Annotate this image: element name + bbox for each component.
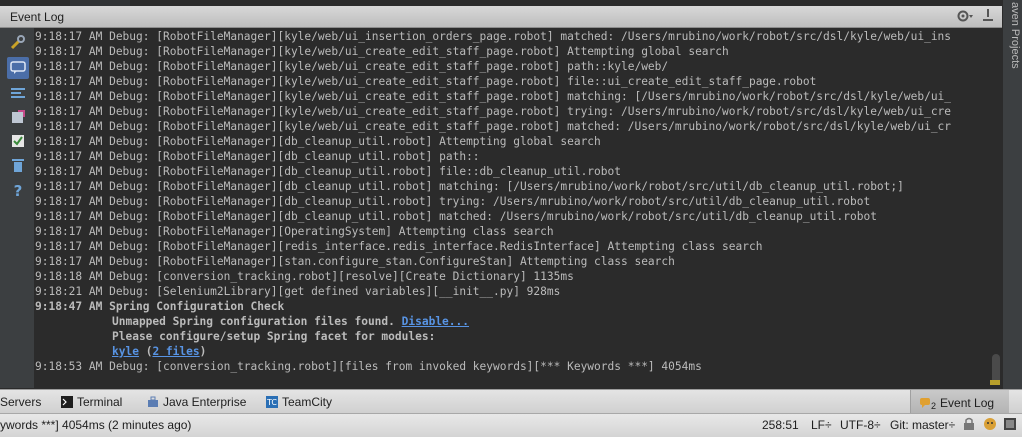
scroll-lock-icon[interactable] xyxy=(9,84,27,102)
log-line: 9:18:17 AM Debug: [RobotFileManager][kyl… xyxy=(35,30,952,43)
log-line: 9:18:53 AM Debug: [conversion_tracking.r… xyxy=(35,360,702,373)
log-line: 9:18:17 AM Debug: [RobotFileManager][db_… xyxy=(35,180,904,193)
spring-unmapped-text: Unmapped Spring configuration files foun… xyxy=(112,315,395,328)
java-enterprise-icon xyxy=(148,396,158,407)
log-line: 9:18:17 AM Debug: [RobotFileManager][red… xyxy=(35,240,763,253)
log-line: 9:18:17 AM Debug: [RobotFileManager][db_… xyxy=(35,210,877,223)
module-kyle-link[interactable]: kyle xyxy=(112,345,139,358)
tool-window-servers[interactable]: Servers xyxy=(0,395,41,409)
log-line: 9:18:18 AM Debug: [conversion_tracking.r… xyxy=(35,270,574,283)
scroll-marker xyxy=(990,380,1000,385)
terminal-label: Terminal xyxy=(77,395,123,409)
event-log-count: 2 xyxy=(931,401,937,411)
event-log-label: Event Log xyxy=(940,396,995,410)
log-line: 9:18:17 AM Debug: [RobotFileManager][kyl… xyxy=(35,75,817,88)
tool-window-event-log[interactable]: 2 Event Log xyxy=(919,395,994,411)
log-line: 9:18:17 AM Debug: [RobotFileManager][kyl… xyxy=(35,45,729,58)
settings-tools-icon[interactable] xyxy=(9,34,27,52)
log-line: 9:18:17 AM Debug: [RobotFileManager][kyl… xyxy=(35,105,952,118)
status-bar: ywords ***] 4054ms (2 minutes ago) 258:5… xyxy=(0,413,1022,437)
trash-icon[interactable] xyxy=(9,156,27,174)
servers-label: Servers xyxy=(0,395,42,409)
terminal-icon xyxy=(61,396,73,408)
panel-title: Event Log xyxy=(10,10,65,24)
lock-icon[interactable] xyxy=(963,417,975,434)
event-log-content: 9:18:17 AM Debug: [RobotFileManager][kyl… xyxy=(35,28,987,388)
file-encoding[interactable]: UTF-8÷ xyxy=(840,418,881,432)
caret-position[interactable]: 258:51 xyxy=(762,418,799,432)
spring-check-header: 9:18:47 AM Spring Configuration Check xyxy=(35,300,285,313)
log-line: 9:18:17 AM Debug: [RobotFileManager][sta… xyxy=(35,255,675,268)
spring-modules-line: kyle (2 files) xyxy=(112,344,206,359)
hide-panel-icon[interactable] xyxy=(982,8,996,24)
tool-window-java-enterprise[interactable]: Java Enterprise xyxy=(147,395,246,409)
log-line: 9:18:17 AM Debug: [RobotFileManager][kyl… xyxy=(35,60,669,73)
java-enterprise-label: Java Enterprise xyxy=(163,395,247,409)
tool-window-terminal[interactable]: Terminal xyxy=(61,395,122,409)
teamcity-icon: TC xyxy=(266,396,278,408)
help-icon[interactable]: ? xyxy=(9,182,27,200)
spring-configure-line: Please configure/setup Spring facet for … xyxy=(112,330,436,343)
paren-close: ) xyxy=(199,345,207,358)
log-scrollbar[interactable] xyxy=(987,28,1002,388)
log-line: 9:18:17 AM Debug: [RobotFileManager][kyl… xyxy=(35,120,952,133)
tool-window-teamcity[interactable]: TC TeamCity xyxy=(266,395,332,409)
right-tool-strip: aven Projects xyxy=(1002,0,1022,389)
log-line: 9:18:17 AM Debug: [RobotFileManager][Ope… xyxy=(35,225,554,238)
log-line: 9:18:17 AM Debug: [RobotFileManager][db_… xyxy=(35,150,480,163)
notification-icon[interactable] xyxy=(1003,417,1017,434)
teamcity-label: TeamCity xyxy=(282,395,333,409)
event-log-toolbar: ? xyxy=(0,28,35,388)
vcs-branch[interactable]: Git: master÷ xyxy=(890,418,955,432)
mark-read-icon[interactable] xyxy=(9,132,27,150)
files-link[interactable]: 2 files xyxy=(152,345,199,358)
spring-unmapped-line: Unmapped Spring configuration files foun… xyxy=(112,314,469,329)
log-line: 9:18:17 AM Debug: [RobotFileManager][db_… xyxy=(35,135,601,148)
log-line: 9:18:17 AM Debug: [RobotFileManager][kyl… xyxy=(35,90,952,103)
event-log-header: Event Log xyxy=(0,6,1002,28)
inspector-icon[interactable] xyxy=(983,417,997,434)
tool-window-bar: Servers Terminal Java Enterprise TC Team… xyxy=(0,389,1022,413)
svg-text:TC: TC xyxy=(266,398,277,407)
maven-projects-tab[interactable]: aven Projects xyxy=(1005,2,1021,72)
log-line: 9:18:21 AM Debug: [Selenium2Library][get… xyxy=(35,285,561,298)
event-log-icon xyxy=(920,398,930,408)
chat-bubble-icon[interactable] xyxy=(7,57,29,79)
export-icon[interactable] xyxy=(9,108,27,126)
log-line: 9:18:17 AM Debug: [RobotFileManager][db_… xyxy=(35,165,621,178)
disable-link[interactable]: Disable... xyxy=(402,315,469,328)
log-line: 9:18:17 AM Debug: [RobotFileManager][db_… xyxy=(35,195,871,208)
status-message[interactable]: ywords ***] 4054ms (2 minutes ago) xyxy=(0,418,191,432)
gear-icon[interactable] xyxy=(956,9,974,25)
line-separator[interactable]: LF÷ xyxy=(811,418,832,432)
